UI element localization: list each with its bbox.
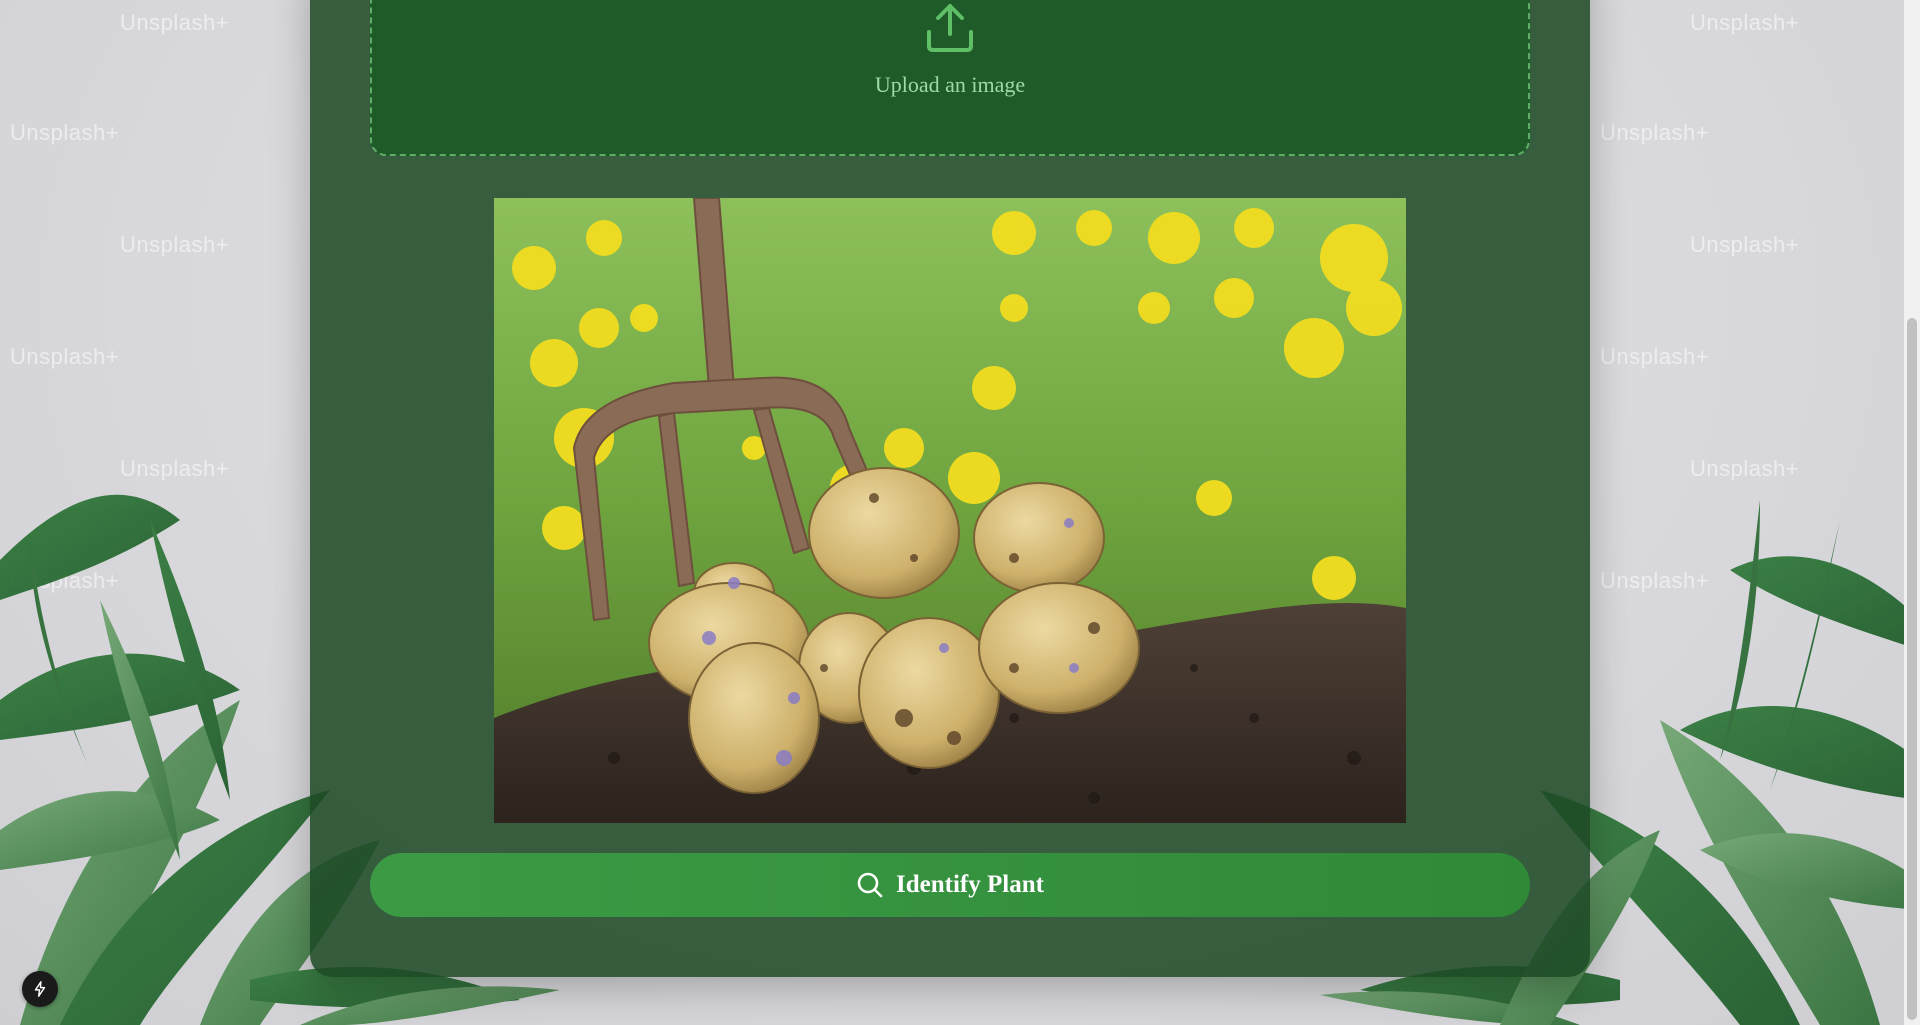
image-preview [494, 198, 1406, 823]
identify-plant-button[interactable]: Identify Plant [370, 853, 1530, 917]
upload-label: Upload an image [874, 72, 1026, 97]
dev-tools-badge[interactable] [22, 971, 58, 1007]
page-scrollbar[interactable] [1904, 0, 1920, 1025]
potato-photo [494, 198, 1406, 823]
identify-card: Upload an image Identify Plant [310, 0, 1590, 977]
lightning-icon [34, 981, 46, 997]
scrollbar-thumb[interactable] [1907, 318, 1917, 1020]
upload-dropzone[interactable]: Upload an image [370, 0, 1530, 156]
identify-plant-label: Identify Plant [896, 871, 1044, 898]
upload-icon [927, 4, 973, 52]
search-icon [857, 872, 883, 898]
app-viewport: Unsplash+ Unsplash+ Unsplash+ Unsplash+ … [0, 0, 1920, 1025]
